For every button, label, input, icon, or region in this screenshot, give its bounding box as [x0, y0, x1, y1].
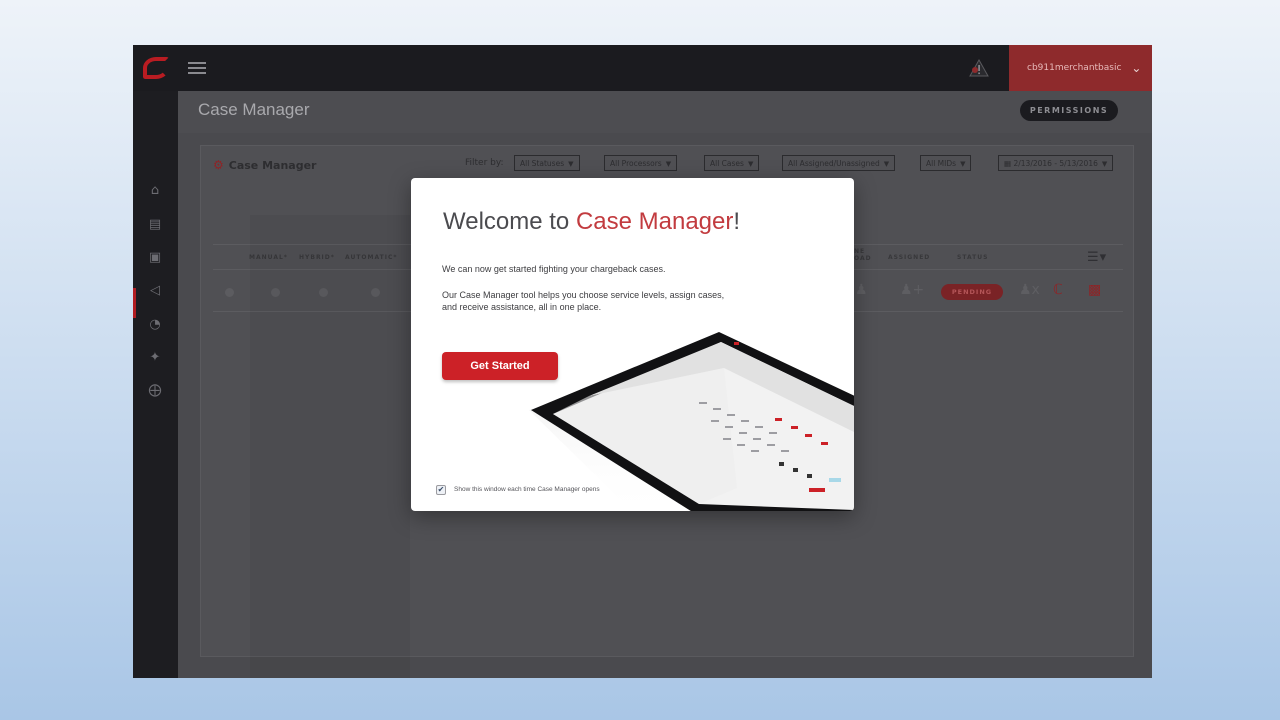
filter-processors[interactable]: All Processors ▼ [604, 155, 678, 171]
row-select-dot[interactable] [225, 288, 234, 297]
filter-cases-label: All Cases [710, 159, 744, 168]
column-assigned[interactable]: ASSIGNED [888, 254, 930, 261]
caret-down-icon: ▼ [960, 160, 966, 168]
modal-title-accent: Case Manager [575, 208, 734, 235]
filter-mids[interactable]: All MIDs ▼ [920, 155, 972, 171]
caret-down-icon: ▼ [1101, 160, 1108, 168]
alert-notification-icon[interactable] [969, 58, 989, 78]
permissions-button[interactable]: PERMISSIONS [1020, 100, 1118, 121]
user-upload-icon[interactable]: ♟ [855, 282, 868, 298]
lifebuoy-icon[interactable]: ⨁ [147, 383, 163, 399]
username-label: cb911merchantbasic [1027, 63, 1122, 73]
user-menu[interactable]: cb911merchantbasic ⌄ [1009, 45, 1152, 91]
page-header: Case Manager PERMISSIONS [178, 91, 1152, 133]
caret-down-icon: ▼ [883, 160, 890, 168]
hamburger-menu-icon[interactable] [188, 62, 206, 74]
column-status[interactable]: STATUS [957, 254, 988, 261]
page-title: Case Manager [198, 100, 310, 119]
modal-description-text: Our Case Manager tool helps you choose s… [442, 290, 725, 313]
modal-title: Welcome to Case Manager! [443, 208, 740, 236]
remove-user-icon[interactable]: ♟x [1019, 282, 1040, 298]
column-settings-icon[interactable]: ☰▾ [1087, 250, 1107, 265]
panel-title-label: Case Manager [228, 158, 317, 172]
filter-date-range[interactable]: ▦ 2/13/2016 - 5/13/2016 ▼ [998, 155, 1114, 171]
wrench-icon[interactable]: ✦ [147, 350, 163, 366]
show-on-open-label: Show this window each time Case Manager … [454, 486, 600, 493]
sidebar-active-indicator [133, 288, 136, 318]
logo-icon[interactable] [143, 57, 169, 79]
welcome-modal: Welcome to Case Manager! We can now get … [411, 178, 854, 511]
document-icon[interactable]: ▩ [1088, 282, 1101, 298]
column-partial-header: NE OAD [854, 248, 872, 263]
filter-assigned[interactable]: All Assigned/Unassigned ▼ [782, 155, 896, 171]
credit-card-icon[interactable]: ▣ [147, 250, 163, 266]
chargeback-logo-icon[interactable]: ℂ [1053, 282, 1063, 298]
modal-intro-text: We can now get started fighting your cha… [442, 264, 666, 274]
filter-processors-label: All Processors [610, 159, 662, 168]
caret-down-icon: ▼ [568, 160, 574, 168]
caret-down-icon: ▼ [665, 160, 672, 168]
panel-title: ⚙ Case Manager [213, 158, 316, 172]
filter-statuses-label: All Statuses [520, 159, 565, 168]
bank-icon[interactable]: ▤ [147, 217, 163, 233]
tablet-illustration [529, 332, 854, 511]
chevron-down-icon: ⌄ [1131, 61, 1142, 75]
sidebar: ⌂ ▤ ▣ ◁ ◔ ✦ ⨁ [133, 91, 178, 678]
filter-cases[interactable]: All Cases ▼ [704, 155, 760, 171]
background-shade [250, 215, 410, 678]
gears-icon: ⚙ [213, 158, 224, 172]
modal-title-prefix: Welcome to [443, 208, 576, 235]
filter-date-label: 2/13/2016 - 5/13/2016 [1013, 159, 1098, 168]
filter-mids-label: All MIDs [926, 159, 957, 168]
filter-assigned-label: All Assigned/Unassigned [788, 159, 880, 168]
home-icon[interactable]: ⌂ [147, 183, 163, 199]
modal-title-suffix: ! [733, 208, 741, 235]
add-user-icon[interactable]: ♟+ [900, 282, 924, 298]
top-bar: cb911merchantbasic ⌄ [133, 45, 1152, 91]
show-on-open-checkbox[interactable]: ✔ [436, 485, 446, 495]
filter-label: Filter by: [465, 158, 504, 168]
filter-statuses[interactable]: All Statuses ▼ [514, 155, 580, 171]
caret-down-icon: ▼ [747, 160, 754, 168]
status-badge: PENDING [941, 284, 1003, 300]
pie-chart-icon[interactable]: ◔ [147, 317, 163, 333]
megaphone-icon[interactable]: ◁ [147, 283, 163, 299]
